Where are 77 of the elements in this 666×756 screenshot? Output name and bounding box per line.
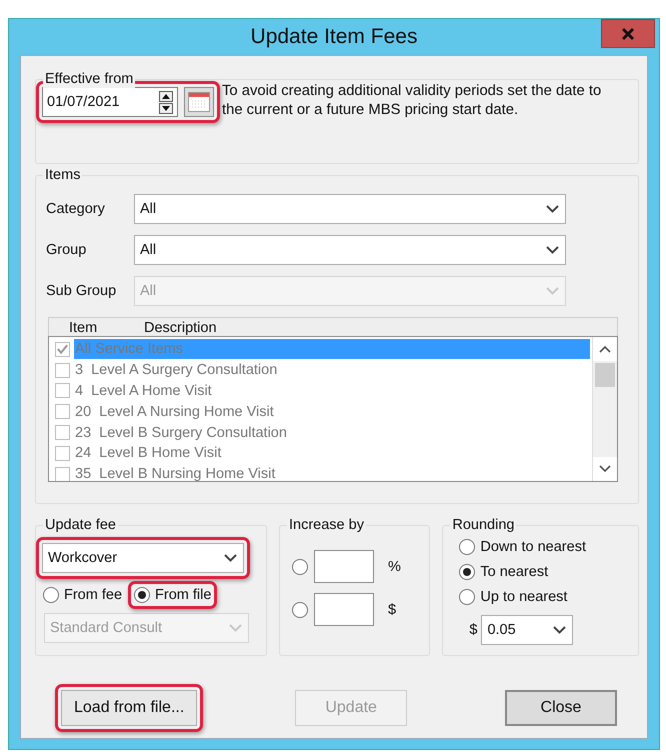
group-label: Items <box>45 167 80 183</box>
radio-label: From fee <box>64 587 122 603</box>
input-field[interactable] <box>314 593 374 626</box>
radio-button[interactable] <box>134 587 150 603</box>
radio-label: To nearest <box>480 564 548 580</box>
item-description: Level A Nursing Home Visit <box>99 404 274 420</box>
list-item[interactable]: 35 Level B Nursing Home Visit <box>74 464 590 481</box>
field-label: Group <box>46 242 88 258</box>
window-title: Update Item Fees <box>250 24 418 50</box>
radio-label: Up to nearest <box>480 589 568 605</box>
item-code: 20 <box>75 404 92 420</box>
chevron-icon <box>229 624 242 632</box>
close-icon <box>621 26 635 40</box>
radio-button[interactable] <box>459 539 476 555</box>
radio-button[interactable] <box>292 558 308 574</box>
currency-label: $ <box>469 622 478 638</box>
dropdown[interactable]: All <box>134 194 566 224</box>
list-item[interactable]: 20 Level A Nursing Home Visit <box>74 402 590 422</box>
unit-label: % <box>388 558 401 574</box>
item-code: 23 <box>75 424 92 441</box>
radio-button[interactable] <box>459 564 476 580</box>
scroll-down-icon <box>599 465 611 473</box>
radio-button[interactable] <box>292 602 308 618</box>
column-header: Item <box>68 320 98 336</box>
item-description: Level B Nursing Home Visit <box>99 466 276 481</box>
group-label: Rounding <box>452 517 514 533</box>
group-label: Effective from <box>45 71 134 87</box>
scroll-up-icon <box>599 345 611 353</box>
calendar-button[interactable] <box>184 87 214 117</box>
field-label: Sub Group <box>46 283 118 299</box>
checkbox[interactable] <box>55 383 70 398</box>
chevron-icon <box>224 554 237 562</box>
column-header: Description <box>144 320 217 336</box>
checkbox[interactable] <box>55 466 70 481</box>
radio-button[interactable] <box>459 589 476 605</box>
dialog-button[interactable]: Close <box>505 690 617 726</box>
item-description: All Service Items <box>75 341 183 358</box>
list-item[interactable]: 4 Level A Home Visit <box>74 380 590 401</box>
chevron-icon <box>546 287 559 295</box>
chevron-icon <box>546 205 559 213</box>
spin-button[interactable] <box>159 90 173 114</box>
item-code: 4 <box>75 382 84 399</box>
item-code: 35 <box>75 466 92 481</box>
radio-button[interactable] <box>43 587 59 603</box>
date-field[interactable]: 01/07/2021 <box>42 87 178 117</box>
checkbox[interactable] <box>55 446 70 461</box>
chevron-icon <box>546 246 559 254</box>
radio-label: From file <box>155 587 212 603</box>
group-label: Increase by <box>289 517 364 533</box>
info-text: To avoid creating additional validity periods set the date to the current or a future MBS pricing start date. <box>222 82 602 120</box>
checkbox[interactable] <box>55 342 70 357</box>
item-code: 3 <box>75 362 84 378</box>
group-label: Update fee <box>45 517 116 533</box>
checkbox[interactable] <box>55 362 70 378</box>
calendar-icon <box>188 92 210 112</box>
list-item[interactable]: 24 Level B Home Visit <box>74 443 590 464</box>
dropdown[interactable]: All <box>134 235 566 265</box>
dialog-button[interactable]: Load from file... <box>61 690 198 726</box>
unit-label: $ <box>388 602 396 618</box>
item-code: 24 <box>75 445 92 462</box>
list-item[interactable]: 23 Level B Surgery Consultation <box>74 422 590 443</box>
checkbox[interactable] <box>55 425 70 440</box>
scroll-thumb[interactable] <box>595 363 615 387</box>
close-button[interactable] <box>601 19 655 48</box>
scrollbar[interactable] <box>592 337 617 481</box>
item-description: Level B Surgery Consultation <box>99 424 287 441</box>
item-description: Level A Surgery Consultation <box>91 362 278 378</box>
input-field[interactable] <box>314 550 374 583</box>
item-description: Level A Home Visit <box>91 382 212 399</box>
radio-label: Down to nearest <box>480 539 586 555</box>
checkbox[interactable] <box>55 404 70 420</box>
dropdown[interactable]: 0.05 <box>481 615 574 645</box>
item-description: Level B Home Visit <box>99 445 222 462</box>
list-item[interactable]: 3 Level A Surgery Consultation <box>74 360 590 380</box>
chevron-icon <box>553 626 566 634</box>
dropdown[interactable]: Workcover <box>42 543 244 573</box>
field-label: Category <box>46 201 106 217</box>
